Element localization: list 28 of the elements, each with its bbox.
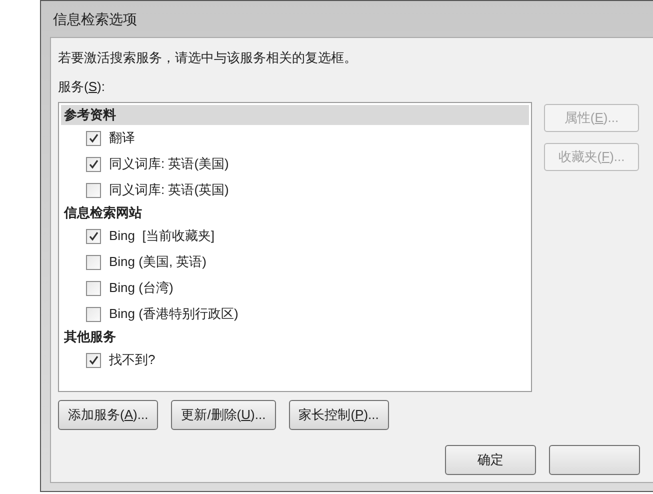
ok-button[interactable]: 确定 [445,445,536,475]
services-list[interactable]: 参考资料 翻译 同义词库: 英语(美国) 同义词库: 英语(英国) 信息检索网站 Bing [当前收藏夹] Bing (美国, 英语) Bing (台湾) Bing (香港特别行政区) 其他服务 找不到? [58,102,532,392]
service-label: 翻译 [109,129,135,148]
checkbox[interactable] [86,228,101,244]
checkbox[interactable] [86,156,101,172]
group-header[interactable]: 参考资料 [61,105,529,125]
group-header[interactable]: 其他服务 [61,327,529,347]
cancel-button[interactable] [549,445,640,475]
instruction-text: 若要激活搜索服务，请选中与该服务相关的复选框。 [58,49,357,67]
services-label: 服务(S): [58,78,105,96]
service-label: 找不到? [109,351,156,370]
checkbox[interactable] [86,182,101,198]
group-header[interactable]: 信息检索网站 [61,203,529,223]
checkbox[interactable] [86,130,101,146]
action-button[interactable]: 添加服务(A)... [58,400,158,430]
service-label: Bing (台湾) [109,279,174,298]
service-label: 同义词库: 英语(美国) [109,155,229,174]
checkbox[interactable] [86,280,101,296]
checkbox[interactable] [86,352,101,368]
window-title: 信息检索选项 [53,10,137,28]
action-button[interactable]: 家长控制(P)... [288,400,389,430]
checkbox[interactable] [86,254,101,270]
service-label: Bing [当前收藏夹] [109,227,214,246]
service-label: Bing (香港特别行政区) [109,305,238,324]
checkbox[interactable] [86,306,101,322]
service-label: Bing (美国, 英语) [109,253,207,272]
service-label: 同义词库: 英语(英国) [109,181,229,200]
action-button[interactable]: 更新/删除(U)... [171,400,276,430]
